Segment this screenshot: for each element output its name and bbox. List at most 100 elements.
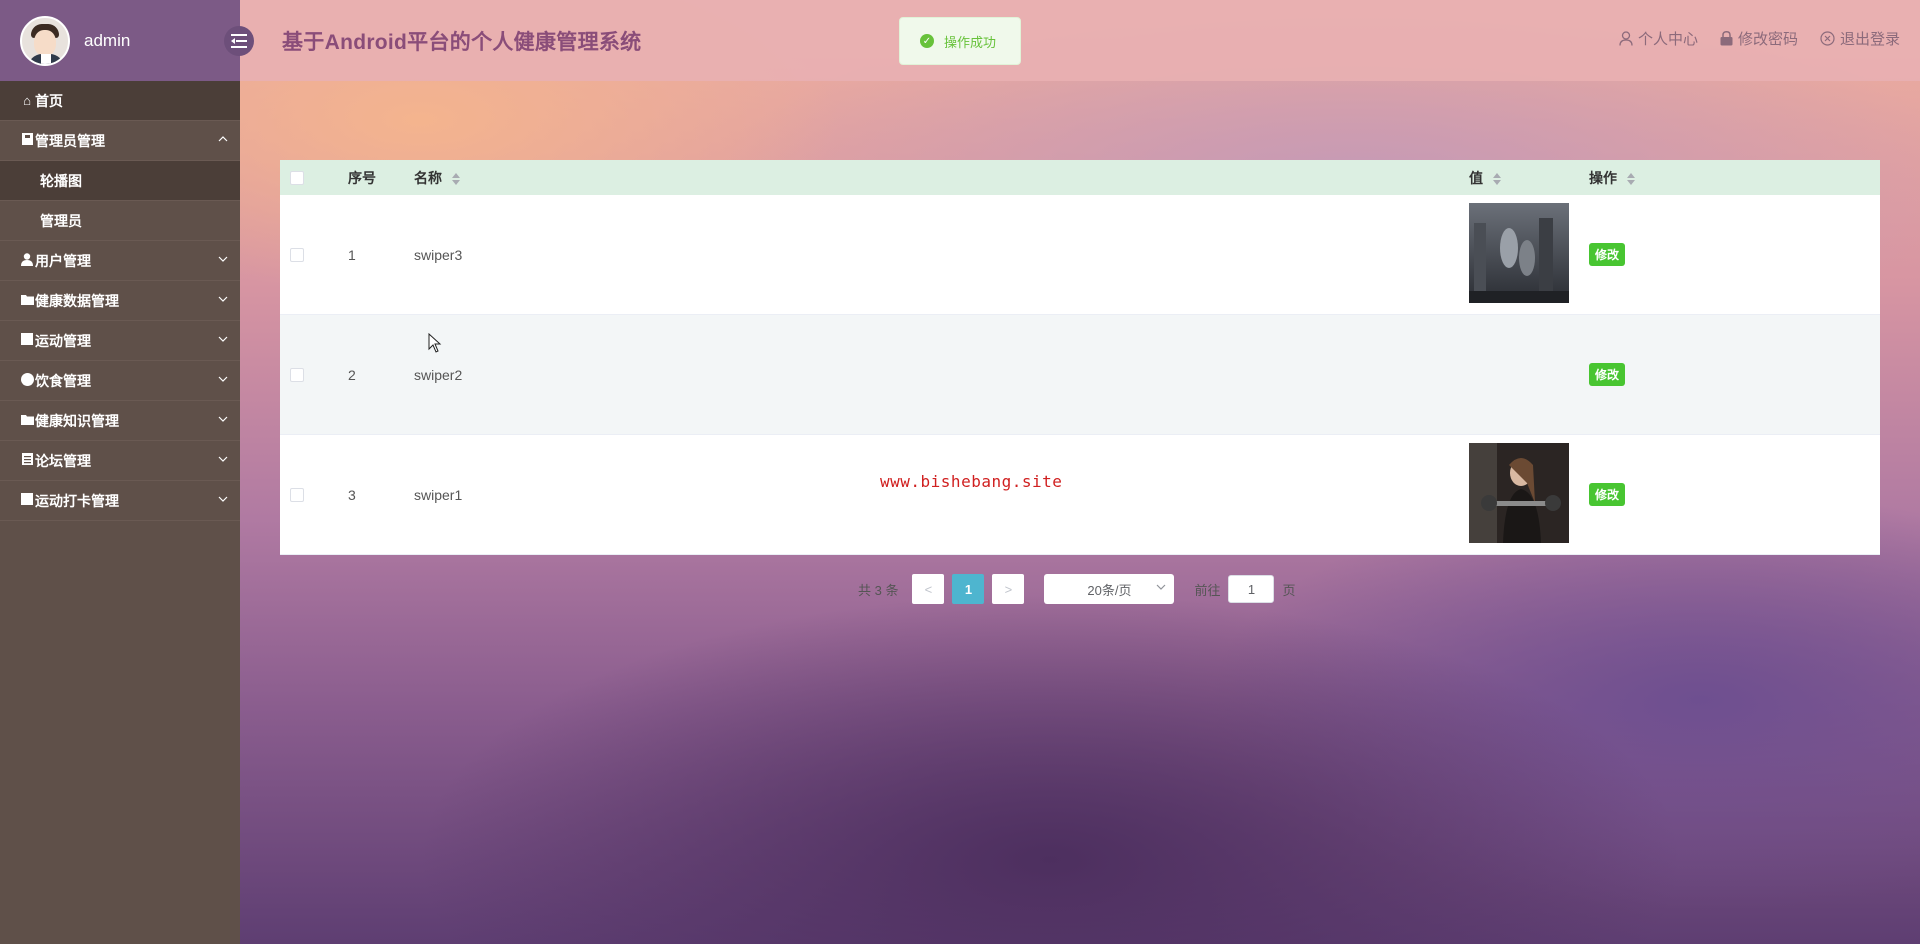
sidebar-item-label: 健康数据管理 bbox=[35, 292, 119, 309]
goto-label: 前往 bbox=[1194, 582, 1221, 598]
row-name: swiper3 bbox=[414, 246, 463, 263]
sidebar-item-exercise-checkin-management[interactable]: 运动打卡管理 bbox=[0, 481, 240, 521]
select-all-checkbox[interactable] bbox=[290, 170, 304, 185]
row-checkbox[interactable] bbox=[290, 487, 304, 502]
goto-page-input[interactable] bbox=[1228, 575, 1275, 603]
user-icon bbox=[1619, 31, 1633, 46]
sidebar-item-carousel[interactable]: 轮播图 bbox=[0, 161, 240, 201]
sidebar-item-forum-management[interactable]: 论坛管理 bbox=[0, 441, 240, 481]
change-password-label: 修改密码 bbox=[1737, 31, 1798, 48]
folder-icon bbox=[20, 293, 34, 308]
sidebar-item-label: 用户管理 bbox=[35, 252, 91, 269]
square-icon bbox=[20, 333, 34, 348]
edit-button[interactable]: 修改 bbox=[1589, 243, 1626, 266]
sidebar-item-health-data-management[interactable]: 健康数据管理 bbox=[0, 281, 240, 321]
home-icon: ⌂ bbox=[23, 93, 31, 108]
table-row: 1 swiper3 修改 bbox=[280, 195, 1880, 315]
menu-fold-icon bbox=[231, 34, 247, 48]
sidebar-item-admin-management[interactable]: 管理员管理 bbox=[0, 121, 240, 161]
pagination-total: 共 3 条 bbox=[858, 582, 899, 598]
sidebar-item-label: 首页 bbox=[35, 92, 63, 109]
table-header: 序号 名称 值 操作 bbox=[280, 160, 1880, 195]
edit-button[interactable]: 修改 bbox=[1589, 363, 1626, 386]
chevron-down-icon bbox=[218, 456, 228, 462]
watermark-text: www.bishebang.site bbox=[880, 472, 1063, 491]
top-actions: 个人中心 修改密码 退出登录 bbox=[1619, 28, 1900, 49]
edit-button[interactable]: 修改 bbox=[1589, 483, 1626, 506]
sidebar-item-home[interactable]: ⌂ 首页 bbox=[0, 81, 240, 121]
row-checkbox[interactable] bbox=[290, 367, 304, 382]
row-name: swiper2 bbox=[414, 366, 463, 383]
swiper-image-thumbnail[interactable] bbox=[1469, 443, 1569, 543]
sidebar-item-user-management[interactable]: 用户管理 bbox=[0, 241, 240, 281]
sidebar-header: admin bbox=[0, 0, 254, 81]
sort-icon[interactable] bbox=[1492, 172, 1501, 185]
row-checkbox[interactable] bbox=[290, 247, 304, 262]
page-number-button[interactable]: 1 bbox=[952, 574, 985, 604]
prev-page-button[interactable]: < bbox=[912, 574, 945, 604]
column-header-value[interactable]: 值 bbox=[1469, 168, 1589, 188]
square-icon bbox=[20, 493, 34, 508]
book-icon bbox=[20, 133, 34, 148]
table-row: 2 swiper2 修改 bbox=[280, 315, 1880, 435]
chevron-down-icon bbox=[218, 336, 228, 342]
close-circle-icon bbox=[1820, 31, 1835, 46]
folder-icon bbox=[20, 413, 34, 428]
sort-icon[interactable] bbox=[451, 172, 460, 185]
sidebar-item-label: 管理员 bbox=[40, 212, 82, 229]
user-icon bbox=[20, 252, 34, 269]
collapse-sidebar-button[interactable] bbox=[224, 26, 254, 56]
data-table: 序号 名称 值 操作 1 swiper3 修改 2 swiper2 修改 3 s… bbox=[280, 160, 1880, 555]
logout-link[interactable]: 退出登录 bbox=[1820, 28, 1900, 49]
lock-icon bbox=[1720, 31, 1733, 46]
table-row: 3 swiper1 修改 bbox=[280, 435, 1880, 555]
sidebar-item-label: 饮食管理 bbox=[35, 372, 91, 389]
page-suffix: 页 bbox=[1282, 582, 1296, 598]
top-bar: 基于Android平台的个人健康管理系统 个人中心 修改密码 退出登录 bbox=[240, 0, 1920, 81]
pagination: 共 3 条 < 1 > 20条/页 前往 页 bbox=[858, 574, 1296, 604]
row-index: 2 bbox=[348, 366, 356, 383]
circle-icon bbox=[20, 372, 34, 389]
sidebar-item-label: 论坛管理 bbox=[35, 452, 91, 469]
column-header-operation-label: 操作 bbox=[1589, 169, 1617, 186]
column-header-index: 序号 bbox=[348, 169, 376, 186]
list-icon bbox=[20, 453, 34, 468]
sort-icon[interactable] bbox=[1626, 172, 1635, 185]
check-circle-icon: ✓ bbox=[920, 34, 934, 48]
sidebar: admin ⌂ 首页 管理员管理 轮播图 管理员 用户管理 健康数据管理 运动管… bbox=[0, 0, 254, 944]
column-header-operation[interactable]: 操作 bbox=[1589, 168, 1880, 188]
page-title: 基于Android平台的个人健康管理系统 bbox=[282, 31, 642, 54]
row-index: 1 bbox=[348, 246, 356, 263]
sidebar-item-label: 健康知识管理 bbox=[35, 412, 119, 429]
sidebar-item-administrators[interactable]: 管理员 bbox=[0, 201, 240, 241]
username: admin bbox=[84, 30, 131, 50]
chevron-down-icon bbox=[218, 296, 228, 302]
sidebar-item-exercise-management[interactable]: 运动管理 bbox=[0, 321, 240, 361]
sidebar-item-diet-management[interactable]: 饮食管理 bbox=[0, 361, 240, 401]
mouse-cursor-icon bbox=[428, 333, 442, 353]
chevron-down-icon bbox=[218, 496, 228, 502]
column-header-value-label: 值 bbox=[1469, 169, 1483, 186]
chevron-down-icon bbox=[218, 376, 228, 382]
change-password-link[interactable]: 修改密码 bbox=[1720, 28, 1798, 49]
logout-label: 退出登录 bbox=[1839, 31, 1900, 48]
sidebar-item-label: 运动管理 bbox=[35, 332, 91, 349]
sidebar-item-label: 运动打卡管理 bbox=[35, 492, 119, 509]
chevron-down-icon bbox=[1157, 584, 1166, 590]
sidebar-item-label: 管理员管理 bbox=[35, 132, 105, 149]
swiper-image-thumbnail[interactable] bbox=[1469, 203, 1569, 303]
column-header-name[interactable]: 名称 bbox=[414, 168, 1469, 188]
column-header-name-label: 名称 bbox=[414, 169, 442, 186]
next-page-button[interactable]: > bbox=[992, 574, 1025, 604]
chevron-down-icon bbox=[218, 416, 228, 422]
profile-link[interactable]: 个人中心 bbox=[1619, 28, 1698, 49]
page-size-select[interactable]: 20条/页 bbox=[1044, 574, 1175, 604]
toast-message: 操作成功 bbox=[944, 34, 997, 50]
avatar[interactable] bbox=[20, 15, 70, 66]
chevron-down-icon bbox=[218, 256, 228, 262]
profile-link-label: 个人中心 bbox=[1637, 31, 1698, 48]
sidebar-item-label: 轮播图 bbox=[40, 172, 82, 189]
row-index: 3 bbox=[348, 486, 356, 503]
sidebar-menu: ⌂ 首页 管理员管理 轮播图 管理员 用户管理 健康数据管理 运动管理 饮食管理… bbox=[0, 81, 240, 521]
sidebar-item-health-knowledge-management[interactable]: 健康知识管理 bbox=[0, 401, 240, 441]
